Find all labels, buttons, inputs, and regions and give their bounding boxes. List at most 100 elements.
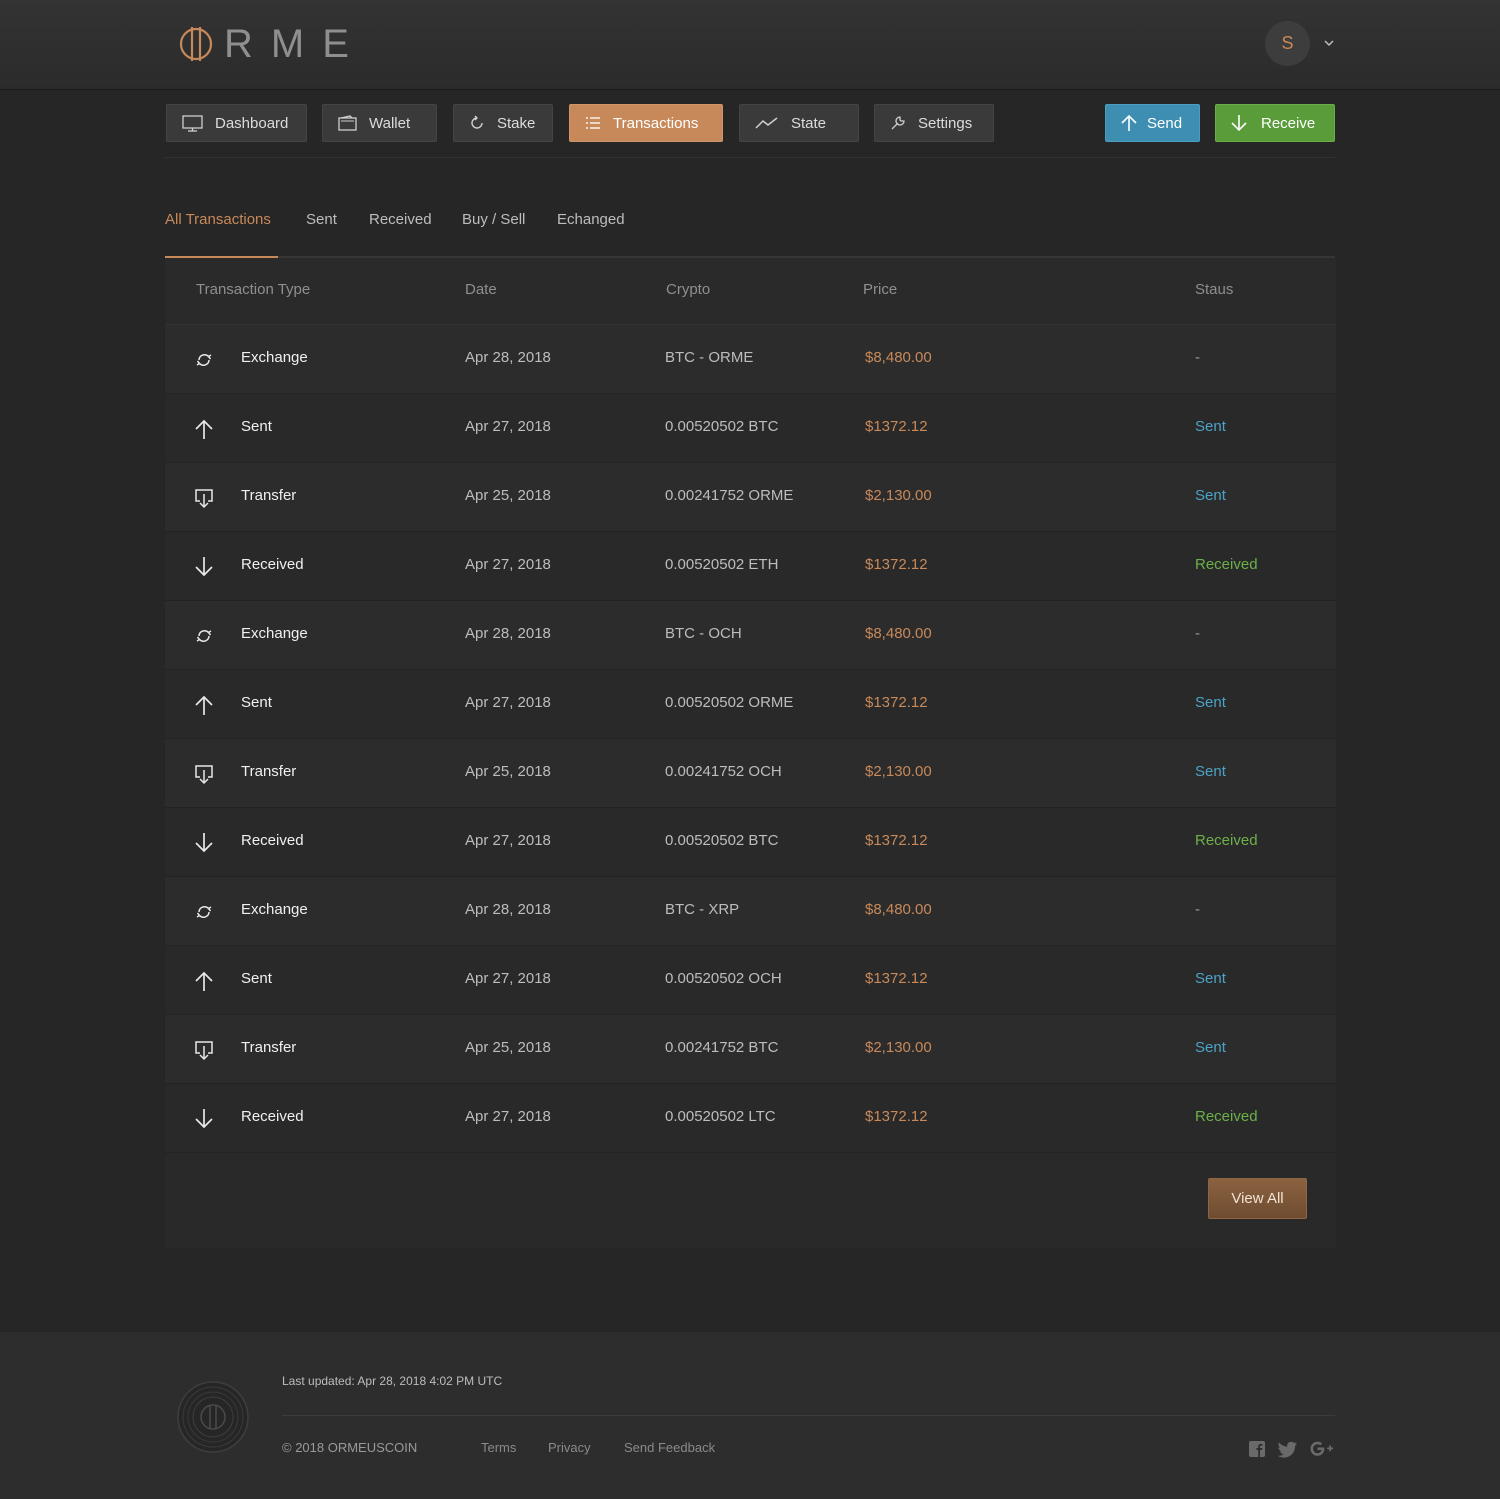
table-row[interactable]: Exchange Apr 28, 2018 BTC - ORME $8,480.00 - [165,325,1336,394]
nav-wallet-label: Wallet [369,114,411,132]
arrow-down-icon [195,1109,213,1129]
transaction-price: $2,130.00 [865,487,932,504]
nav-state-button[interactable]: State [739,104,859,142]
footer-link-send-feedback[interactable]: Send Feedback [624,1440,715,1455]
transaction-price: $1372.12 [865,970,928,987]
chevron-down-icon[interactable] [1322,36,1336,50]
nav-dashboard-label: Dashboard [215,114,289,132]
tab-exchanged[interactable]: Echanged [557,211,625,228]
transaction-price: $1372.12 [865,556,928,573]
header-status[interactable]: Staus [1195,281,1233,298]
tab-buy-sell[interactable]: Buy / Sell [462,211,525,228]
transaction-date: Apr 25, 2018 [465,1039,551,1056]
header-transaction-type[interactable]: Transaction Type [196,281,310,298]
transaction-type: Sent [241,418,272,435]
table-row[interactable]: Sent Apr 27, 2018 0.00520502 OCH $1372.12 Se… [165,946,1336,1015]
transactions-table: Transaction Type Date Crypto Price Staus… [165,258,1336,1248]
arrow-up-icon [1121,114,1137,131]
status-badge: - [1195,625,1200,642]
transaction-crypto: BTC - OCH [665,625,742,642]
transaction-date: Apr 27, 2018 [465,1108,551,1125]
transaction-date: Apr 28, 2018 [465,901,551,918]
brand-logo[interactable]: RME [178,24,367,64]
transaction-type: Received [241,1108,304,1125]
transaction-type: Exchange [241,349,308,366]
transaction-type: Exchange [241,901,308,918]
transaction-crypto: 0.00520502 BTC [665,832,779,849]
footer-link-terms[interactable]: Terms [481,1440,516,1455]
table-row[interactable]: Transfer Apr 25, 2018 0.00241752 OCH $2,130… [165,739,1336,808]
table-row[interactable]: Received Apr 27, 2018 0.00520502 BTC $1372.… [165,808,1336,877]
transaction-crypto: 0.00520502 ORME [665,694,794,711]
nav-stake-button[interactable]: Stake [453,104,553,142]
transaction-crypto: 0.00520502 BTC [665,418,779,435]
transaction-date: Apr 27, 2018 [465,556,551,573]
nav-transactions-button[interactable]: Transactions [569,104,723,142]
transfer-icon [195,489,213,509]
arrow-down-icon [195,833,213,853]
status-badge: Sent [1195,1039,1226,1056]
twitter-icon[interactable] [1278,1440,1298,1458]
orme-logo-icon [179,27,213,61]
tab-received[interactable]: Received [369,211,432,228]
table-row[interactable]: Transfer Apr 25, 2018 0.00241752 BTC $2,130… [165,1015,1336,1084]
exchange-icon [196,354,212,366]
send-button[interactable]: Send [1105,104,1200,142]
table-row[interactable]: Sent Apr 27, 2018 0.00520502 BTC $1372.12 Se… [165,394,1336,463]
transaction-crypto: 0.00241752 BTC [665,1039,779,1056]
list-icon [586,117,600,129]
arrow-down-icon [1231,115,1247,132]
nav-settings-button[interactable]: Settings [874,104,994,142]
transaction-date: Apr 27, 2018 [465,970,551,987]
tab-all-transactions[interactable]: All Transactions [165,211,271,228]
status-badge: Sent [1195,763,1226,780]
table-row[interactable]: Received Apr 27, 2018 0.00520502 ETH $1372.… [165,532,1336,601]
transaction-date: Apr 28, 2018 [465,625,551,642]
avatar[interactable]: S [1265,21,1310,66]
nav-transactions-label: Transactions [613,114,699,132]
header-crypto[interactable]: Crypto [666,281,710,298]
google-plus-icon[interactable] [1310,1440,1336,1458]
monitor-icon [182,114,203,132]
send-button-label: Send [1147,114,1183,132]
nav-stake-label: Stake [497,114,536,132]
transaction-crypto: 0.00241752 ORME [665,487,794,504]
transaction-price: $8,480.00 [865,625,932,642]
transaction-price: $1372.12 [865,694,928,711]
wrench-icon [891,116,905,130]
transaction-date: Apr 25, 2018 [465,763,551,780]
receive-button[interactable]: Receive [1215,104,1335,142]
receive-button-label: Receive [1261,114,1316,132]
header-date[interactable]: Date [465,281,497,298]
status-badge: Received [1195,832,1258,849]
facebook-icon[interactable] [1247,1440,1267,1458]
nav-wallet-button[interactable]: Wallet [322,104,437,142]
table-row[interactable]: Exchange Apr 28, 2018 BTC - OCH $8,480.00 - [165,601,1336,670]
status-badge: Received [1195,556,1258,573]
transaction-type: Exchange [241,625,308,642]
view-all-button[interactable]: View All [1208,1178,1307,1219]
tab-sent[interactable]: Sent [306,211,337,228]
status-badge: Sent [1195,694,1226,711]
transaction-date: Apr 27, 2018 [465,832,551,849]
transaction-price: $8,480.00 [865,349,932,366]
status-badge: Received [1195,1108,1258,1125]
page-footer: Last updated: Apr 28, 2018 4:02 PM UTC ©… [0,1332,1500,1499]
transaction-crypto: 0.00241752 OCH [665,763,782,780]
refresh-icon [471,115,483,129]
arrow-up-icon [195,695,213,715]
transaction-price: $8,480.00 [865,901,932,918]
footer-link-privacy[interactable]: Privacy [548,1440,591,1455]
table-row[interactable]: Transfer Apr 25, 2018 0.00241752 ORME $2,13… [165,463,1336,532]
table-row[interactable]: Received Apr 27, 2018 0.00520502 LTC $1372.… [165,1084,1336,1153]
table-row[interactable]: Sent Apr 27, 2018 0.00520502 ORME $1372.12 S… [165,670,1336,739]
nav-state-label: State [791,114,827,132]
header-price[interactable]: Price [863,281,897,298]
transaction-date: Apr 28, 2018 [465,349,551,366]
table-row[interactable]: Exchange Apr 28, 2018 BTC - XRP $8,480.00 - [165,877,1336,946]
last-updated-text: Last updated: Apr 28, 2018 4:02 PM UTC [282,1374,503,1388]
arrow-up-icon [195,971,213,991]
nav-dashboard-button[interactable]: Dashboard [166,104,307,142]
nav-settings-label: Settings [918,114,973,132]
transaction-type: Received [241,832,304,849]
